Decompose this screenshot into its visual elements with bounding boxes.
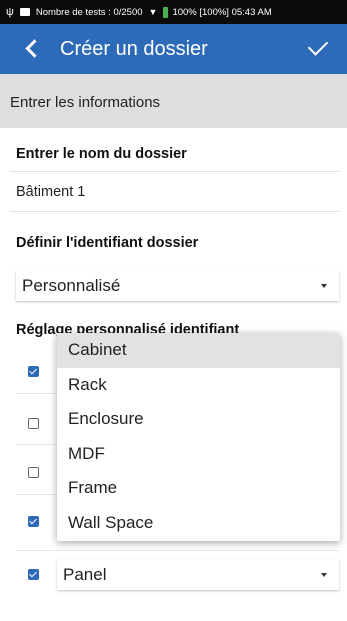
section-header: Entrer les informations (0, 74, 347, 128)
identifier-select[interactable]: Personnalisé (16, 271, 339, 301)
test-count: Nombre de tests : 0/2500 (35, 6, 143, 18)
dropdown-arrow-icon (321, 284, 327, 288)
folder-name-input[interactable]: Bâtiment 1 (16, 184, 85, 200)
page-title: Créer un dossier (60, 37, 208, 60)
checkbox-row-5[interactable] (28, 569, 39, 580)
app-bar: Créer un dossier (0, 24, 347, 74)
checkbox-row-1[interactable] (28, 366, 39, 377)
divider (16, 550, 339, 551)
usb-icon: ψ (6, 6, 14, 18)
menu-item-wall-space[interactable]: Wall Space (57, 506, 340, 541)
panel-select[interactable]: Panel (57, 560, 339, 590)
confirm-check-icon[interactable] (307, 35, 329, 56)
menu-item-cabinet[interactable]: Cabinet (57, 333, 340, 368)
dropdown-arrow-icon (321, 573, 327, 577)
menu-item-mdf[interactable]: MDF (57, 437, 340, 472)
menu-item-rack[interactable]: Rack (57, 368, 340, 403)
folder-icon (19, 8, 30, 16)
identifier-select-value: Personnalisé (22, 276, 121, 295)
panel-select-value: Panel (63, 565, 107, 584)
menu-item-frame[interactable]: Frame (57, 471, 340, 506)
folder-name-label: Entrer le nom du dossier (16, 146, 187, 162)
battery-icon (163, 6, 169, 18)
checkbox-row-4[interactable] (28, 516, 39, 527)
checkbox-row-3[interactable] (28, 467, 39, 478)
divider (10, 211, 341, 212)
wifi-icon: ▼ (148, 7, 158, 17)
identifier-label: Définir l'identifiant dossier (16, 235, 199, 251)
divider (10, 171, 341, 172)
back-arrow-icon[interactable] (22, 39, 42, 59)
checkbox-row-2[interactable] (28, 418, 39, 429)
menu-item-enclosure[interactable]: Enclosure (57, 402, 340, 437)
battery-time-text: 100% [100%] 05:43 AM (172, 6, 272, 18)
dropdown-menu: Cabinet Rack Enclosure MDF Frame Wall Sp… (57, 333, 340, 541)
status-bar: ψ Nombre de tests : 0/2500 ▼ 100% [100%]… (0, 0, 347, 24)
